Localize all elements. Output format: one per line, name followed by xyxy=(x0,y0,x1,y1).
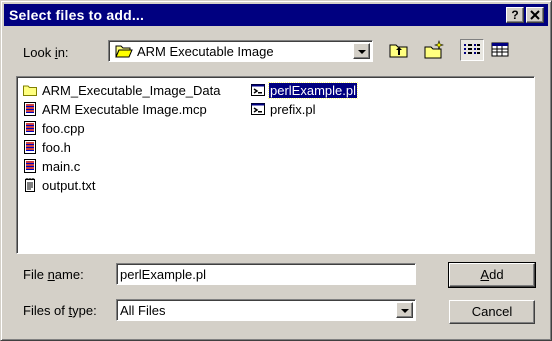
create-new-folder-button[interactable] xyxy=(422,39,446,61)
look-in-dropdown-arrow[interactable] xyxy=(353,43,370,59)
list-item[interactable]: foo.h xyxy=(23,139,72,155)
up-one-level-icon xyxy=(389,44,408,58)
details-view-icon xyxy=(491,42,509,57)
files-of-type-dropdown-arrow[interactable] xyxy=(396,302,413,318)
look-in-value: ARM Executable Image xyxy=(137,44,274,59)
perl-script-icon xyxy=(251,103,265,115)
files-of-type-dropdown[interactable]: All Files xyxy=(116,299,416,321)
files-of-type-value: All Files xyxy=(120,303,166,318)
help-button[interactable]: ? xyxy=(506,7,524,23)
create-new-folder-icon xyxy=(424,40,444,59)
file-list[interactable]: ARM_Executable_Image_Data ARM Executable… xyxy=(16,76,535,254)
open-folder-icon xyxy=(115,45,133,58)
dialog-title: Select files to add... xyxy=(9,7,145,23)
source-file-icon xyxy=(24,159,36,173)
list-item[interactable]: foo.cpp xyxy=(23,120,86,136)
project-file-icon xyxy=(24,102,36,116)
perl-script-icon xyxy=(251,84,265,96)
file-name-label: File name: xyxy=(23,267,84,282)
close-icon xyxy=(530,10,540,20)
source-file-icon xyxy=(24,121,36,135)
list-item[interactable]: output.txt xyxy=(23,177,96,193)
look-in-dropdown[interactable]: ARM Executable Image xyxy=(108,40,373,62)
text-file-icon xyxy=(25,178,35,192)
select-files-dialog: Select files to add... ? Look in: ARM Ex… xyxy=(0,0,552,341)
list-item[interactable]: ARM Executable Image.mcp xyxy=(23,101,208,117)
files-of-type-label: Files of type: xyxy=(23,303,97,318)
file-name-value[interactable]: perlExample.pl xyxy=(120,267,206,282)
list-view-icon xyxy=(464,44,480,54)
list-item[interactable]: main.c xyxy=(23,158,81,174)
details-view-button[interactable] xyxy=(488,39,512,61)
up-one-level-button[interactable] xyxy=(387,39,411,61)
list-item[interactable]: perlExample.pl xyxy=(251,81,358,99)
look-in-label: Look in: xyxy=(23,45,69,60)
list-view-button[interactable] xyxy=(460,39,484,61)
file-name-field[interactable]: perlExample.pl xyxy=(116,263,416,285)
list-item[interactable]: ARM_Executable_Image_Data xyxy=(23,82,222,98)
folder-icon xyxy=(23,85,37,96)
cancel-button[interactable]: Cancel xyxy=(449,300,535,324)
list-item[interactable]: prefix.pl xyxy=(251,101,317,117)
source-file-icon xyxy=(24,140,36,154)
add-button[interactable]: Add xyxy=(448,262,536,288)
close-button[interactable] xyxy=(526,7,544,23)
title-bar[interactable]: Select files to add... ? xyxy=(4,4,548,26)
